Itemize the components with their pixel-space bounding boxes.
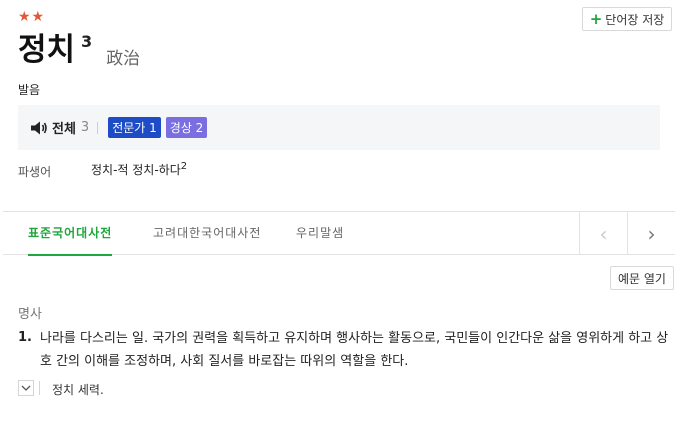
chevron-down-icon	[21, 385, 31, 391]
tab-standard-dictionary[interactable]: 표준국어대사전	[28, 212, 113, 256]
part-of-speech: 명사	[18, 307, 42, 322]
derivative-sup: 2	[180, 161, 188, 172]
pronunciation-all-button[interactable]: 전체	[52, 118, 76, 137]
dictionary-tabs: 표준국어대사전 고려대한국어대사전 우리말샘 ‹ ›	[3, 211, 675, 256]
pronunciation-panel: 전체 3 전문가 1 경상 2	[18, 105, 660, 150]
entry-word: 정치	[18, 32, 76, 68]
expand-example-button[interactable]	[18, 380, 34, 396]
derivative-words[interactable]: 정치-적 정치-하다	[91, 163, 181, 177]
save-button-label: 단어장 저장	[605, 12, 665, 27]
derivative-value[interactable]: 정치-적 정치-하다2	[91, 161, 187, 178]
prev-arrow-button[interactable]: ‹	[579, 212, 627, 255]
definition-text: 나라를 다스리는 일. 국가의 권력을 획득하고 유지하며 행사하는 활동으로,…	[40, 331, 669, 369]
tab-urimalsaem[interactable]: 우리말샘	[296, 212, 344, 255]
definition-number: 1.	[18, 330, 32, 345]
entry-hanja: 政治	[106, 49, 141, 69]
plus-icon: +	[589, 9, 603, 28]
pronunciation-badge-expert[interactable]: 전문가 1	[108, 117, 161, 138]
divider	[39, 381, 40, 395]
homonym-number: 3	[81, 32, 93, 51]
tab-korea-univ-dictionary[interactable]: 고려대한국어대사전	[153, 212, 261, 255]
save-to-wordbook-button[interactable]: + 단어장 저장	[582, 7, 672, 31]
derivative-label: 파생어	[18, 165, 52, 179]
pronunciation-label: 발음	[18, 83, 41, 97]
difficulty-stars: ★★	[18, 9, 46, 25]
example-sentence: 정치 세력.	[52, 383, 104, 397]
chevron-right-icon: ›	[647, 221, 656, 246]
open-examples-button[interactable]: 예문 열기	[610, 266, 674, 290]
pronunciation-badge-gyeongsang[interactable]: 경상 2	[165, 117, 208, 138]
next-arrow-button[interactable]: ›	[627, 212, 675, 255]
chevron-left-icon: ‹	[599, 221, 608, 246]
headword: 정치 3 政治	[18, 30, 140, 70]
pronunciation-all-count: 3	[80, 120, 90, 135]
speaker-icon[interactable]	[30, 121, 48, 135]
divider	[97, 121, 99, 134]
